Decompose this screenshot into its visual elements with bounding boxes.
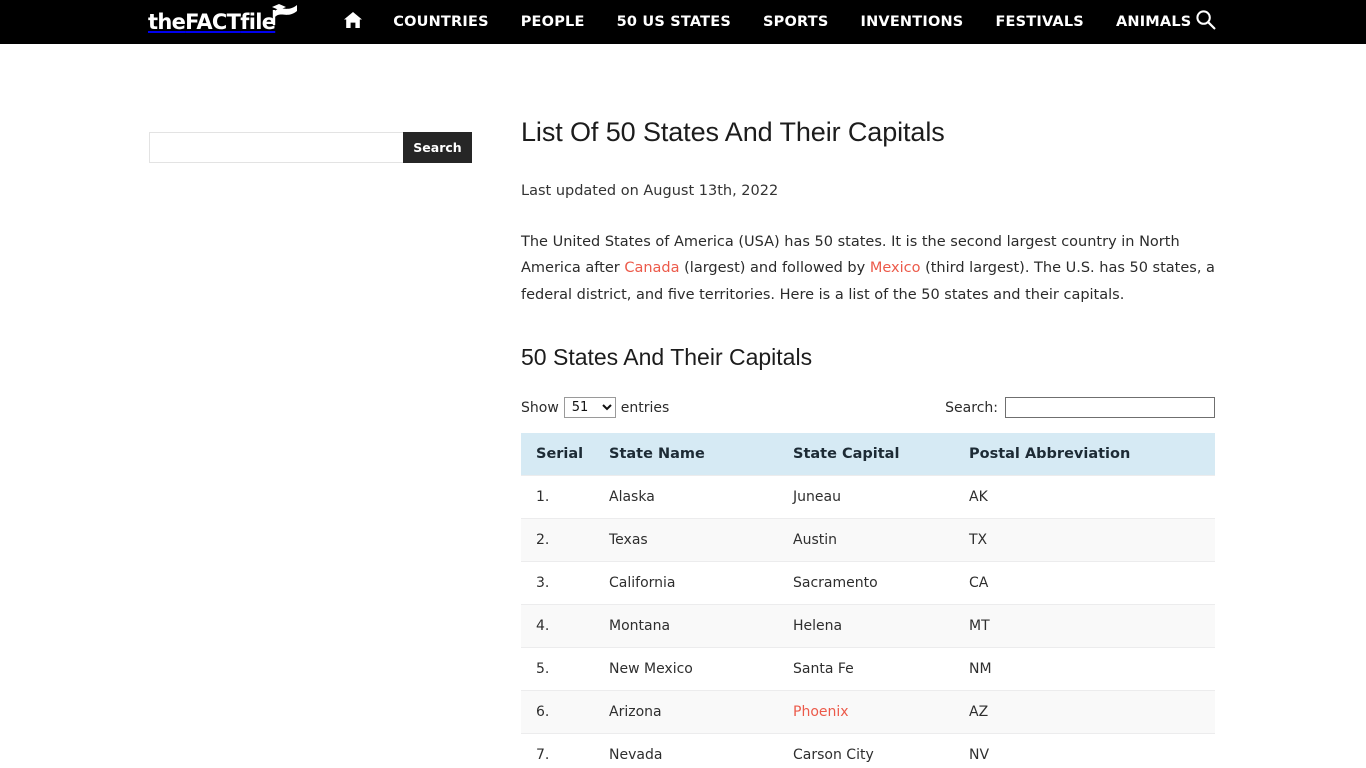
- nav-item-50-us-states[interactable]: 50 US STATES: [601, 0, 747, 44]
- logo-text-part-file: file: [240, 9, 276, 34]
- table-search-input[interactable]: [1005, 397, 1215, 419]
- section-title: 50 States And Their Capitals: [521, 344, 813, 371]
- column-header-postal-abbreviation[interactable]: Postal Abbreviation: [969, 433, 1215, 476]
- cell-serial: 1.: [521, 475, 609, 519]
- nav-item-countries[interactable]: COUNTRIES: [377, 0, 504, 44]
- cell-state-capital: Phoenix: [793, 690, 969, 734]
- cell-serial: 3.: [521, 561, 609, 605]
- cell-state-capital: Austin: [793, 518, 969, 562]
- table-row: 7. Nevada Carson City NV: [521, 733, 1215, 768]
- logo-text-part-fact: FACT: [185, 9, 241, 34]
- table-row: 6. Arizona Phoenix AZ: [521, 690, 1215, 734]
- logo-text: theFACTfile: [148, 9, 276, 34]
- states-capitals-table: Serial State Name State Capital Postal A…: [521, 433, 1215, 768]
- last-updated-text: Last updated on August 13th, 2022: [521, 182, 779, 199]
- table-row: 1. Alaska Juneau AK: [521, 475, 1215, 519]
- cell-serial: 2.: [521, 518, 609, 562]
- nav-menu: COUNTRIES PEOPLE 50 US STATES SPORTS INV…: [329, 0, 1207, 44]
- intro-paragraph: The United States of America (USA) has 5…: [521, 229, 1215, 309]
- page-title: List Of 50 States And Their Capitals: [521, 117, 945, 147]
- show-label: Show: [521, 399, 559, 416]
- table-body: 1. Alaska Juneau AK 2. Texas Austin TX 3. Califor…: [521, 475, 1215, 768]
- logo-text-part-the: the: [148, 9, 186, 34]
- table-row: 2. Texas Austin TX: [521, 518, 1215, 562]
- home-icon: [343, 11, 363, 34]
- cell-postal-abbreviation: AZ: [969, 690, 1215, 734]
- nav-item-people[interactable]: PEOPLE: [505, 0, 601, 44]
- cell-state-capital: Santa Fe: [793, 647, 969, 691]
- nav-item-sports[interactable]: SPORTS: [747, 0, 844, 44]
- entries-label: entries: [620, 399, 670, 416]
- cell-postal-abbreviation: TX: [969, 518, 1215, 562]
- table-row: 5. New Mexico Santa Fe NM: [521, 647, 1215, 691]
- search-icon: [1195, 9, 1216, 35]
- page-body: Search List Of 50 States And Their Capit…: [0, 44, 1366, 768]
- cell-state-capital: Carson City: [793, 733, 969, 768]
- cell-state-capital: Helena: [793, 604, 969, 648]
- cell-state-name: Montana: [609, 604, 793, 648]
- cell-state-name: New Mexico: [609, 647, 793, 691]
- cell-state-name: California: [609, 561, 793, 605]
- cell-postal-abbreviation: MT: [969, 604, 1215, 648]
- cell-serial: 7.: [521, 733, 609, 768]
- cell-serial: 5.: [521, 647, 609, 691]
- cell-serial: 4.: [521, 604, 609, 648]
- sidebar-search-form: Search: [149, 132, 472, 163]
- table-row: 4. Montana Helena MT: [521, 604, 1215, 648]
- column-header-serial[interactable]: Serial: [521, 433, 609, 476]
- cell-state-capital: Juneau: [793, 475, 969, 519]
- table-header-row: Serial State Name State Capital Postal A…: [521, 433, 1215, 476]
- cell-state-name: Arizona: [609, 690, 793, 734]
- navbar-search-toggle[interactable]: [1190, 0, 1220, 44]
- cell-state-name: Texas: [609, 518, 793, 562]
- table-search-label: Search:: [945, 399, 998, 416]
- datatable-controls: Show 10255051100 entries Search:: [521, 397, 1215, 421]
- cell-serial: 6.: [521, 690, 609, 734]
- table-row: 3. California Sacramento CA: [521, 561, 1215, 605]
- table-head: Serial State Name State Capital Postal A…: [521, 433, 1215, 476]
- column-header-state-name[interactable]: State Name: [609, 433, 793, 476]
- site-logo[interactable]: theFACTfile: [148, 0, 301, 44]
- nav-item-festivals[interactable]: FESTIVALS: [979, 0, 1099, 44]
- nav-home-link[interactable]: [329, 0, 377, 44]
- datatable-filter-control: Search:: [945, 397, 1215, 419]
- capital-link[interactable]: Phoenix: [793, 704, 849, 720]
- cell-postal-abbreviation: NM: [969, 647, 1215, 691]
- intro-text-segment-2: (largest) and followed by: [679, 260, 870, 277]
- link-canada[interactable]: Canada: [624, 260, 679, 276]
- datatable-length-control: Show 10255051100 entries: [521, 397, 670, 419]
- sidebar-search-input[interactable]: [149, 132, 403, 163]
- sidebar-search-button[interactable]: Search: [403, 132, 472, 163]
- sidebar: Search: [149, 132, 472, 163]
- graduation-cap-flag-icon: [271, 3, 301, 32]
- cell-state-capital: Sacramento: [793, 561, 969, 605]
- cell-postal-abbreviation: CA: [969, 561, 1215, 605]
- cell-postal-abbreviation: NV: [969, 733, 1215, 768]
- link-mexico[interactable]: Mexico: [870, 260, 921, 276]
- column-header-state-capital[interactable]: State Capital: [793, 433, 969, 476]
- main-content: List Of 50 States And Their Capitals Las…: [521, 116, 1215, 768]
- cell-state-name: Nevada: [609, 733, 793, 768]
- top-navbar: theFACTfile COUNTRIES PEOPLE 50 US STATE…: [0, 0, 1366, 44]
- cell-postal-abbreviation: AK: [969, 475, 1215, 519]
- entries-per-page-select[interactable]: 10255051100: [563, 397, 616, 419]
- cell-state-name: Alaska: [609, 475, 793, 519]
- nav-item-inventions[interactable]: INVENTIONS: [844, 0, 979, 44]
